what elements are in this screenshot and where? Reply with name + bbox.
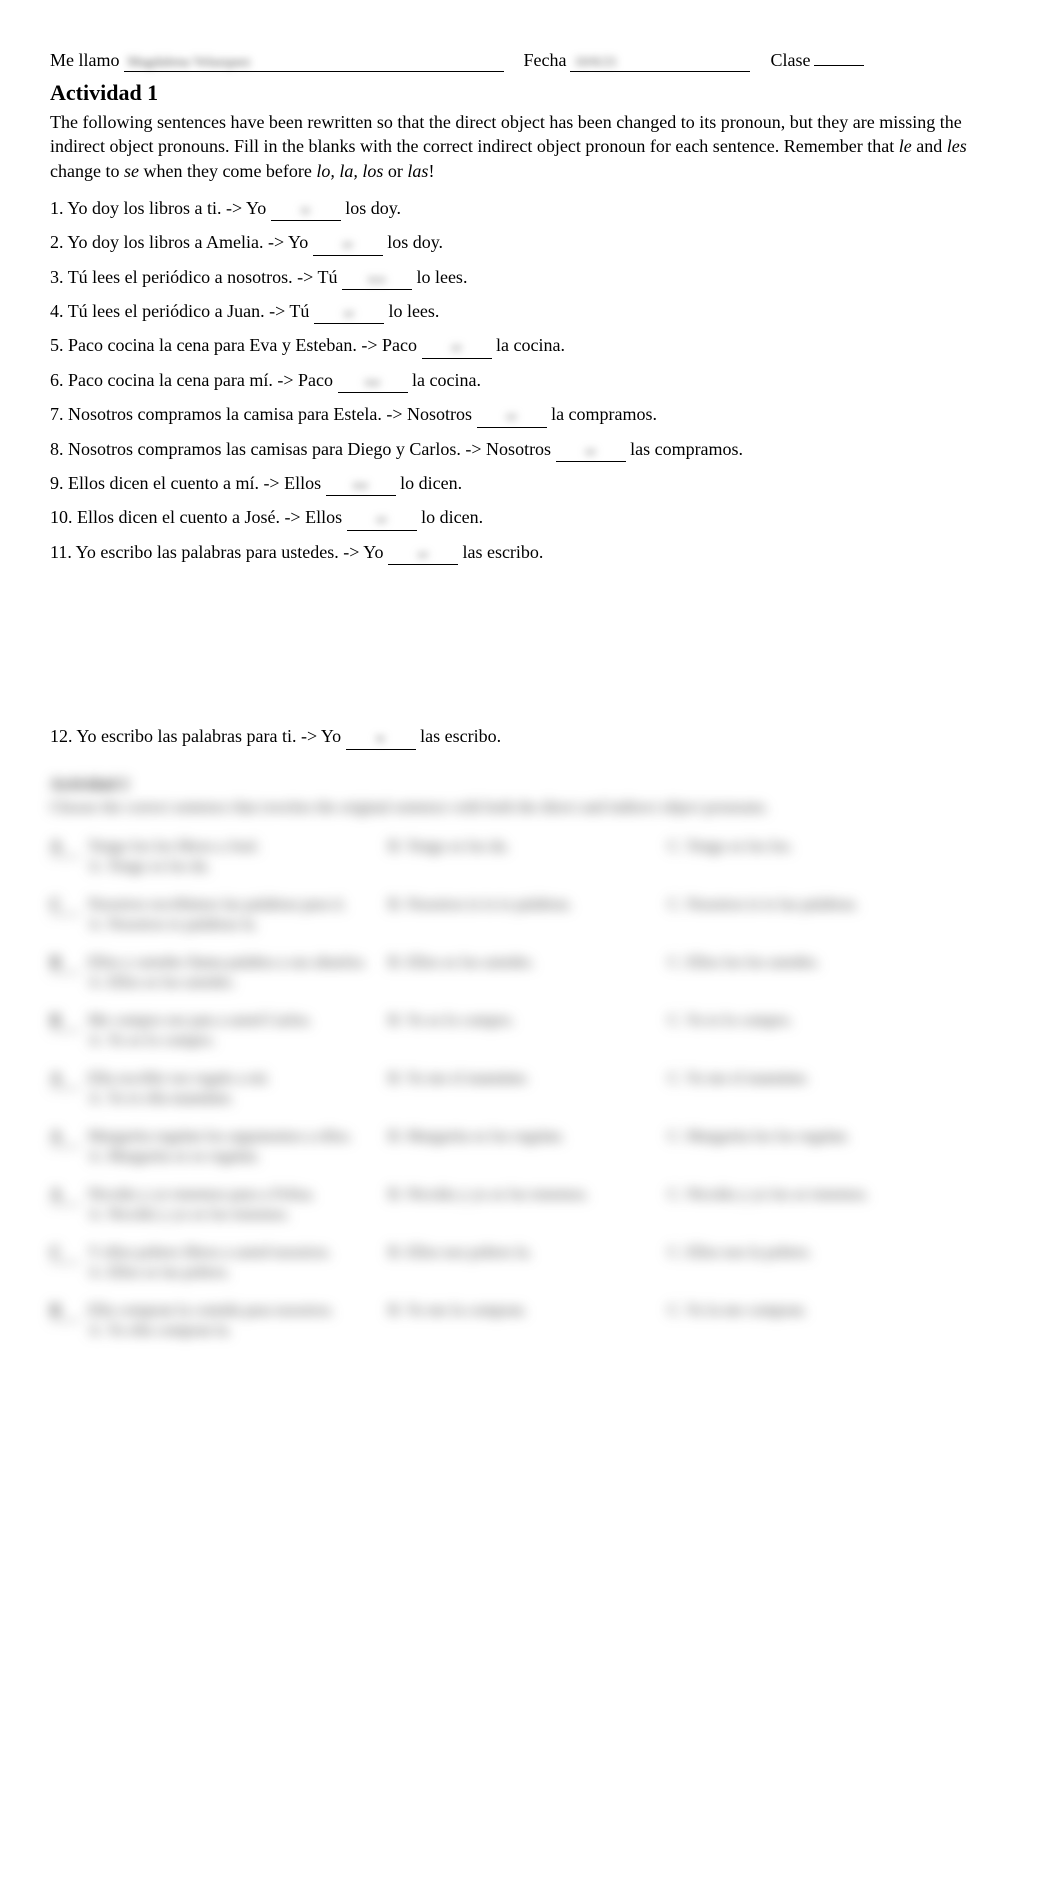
answer-blank[interactable]: se bbox=[477, 403, 547, 427]
activity2-question: ATengo los los libros a José.A. Tengo se… bbox=[50, 838, 1012, 876]
activity1-questions: 1. Yo doy los libros a ti. -> Yo te los … bbox=[50, 197, 1012, 565]
activity2-question: CNosotros escribimos las palabras para t… bbox=[50, 896, 1012, 934]
fecha-blank[interactable]: 10/6/21 bbox=[570, 50, 750, 72]
question-item: 1. Yo doy los libros a ti. -> Yo te los … bbox=[50, 197, 1012, 221]
name-label: Me llamo bbox=[50, 50, 120, 71]
answer-blank[interactable]: se bbox=[314, 300, 384, 324]
answer-blank[interactable]: nos bbox=[342, 266, 412, 290]
answer-blank[interactable]: me bbox=[338, 369, 408, 393]
activity1-title: Actividad 1 bbox=[50, 80, 1012, 106]
activity2-question: BEllos y ustedes llama palabra a sus abu… bbox=[50, 954, 1012, 992]
activity2-instructions: Choose the correct sentence that rewrite… bbox=[50, 798, 1012, 819]
clase-blank[interactable] bbox=[814, 65, 864, 66]
activity2-question: BElla compran la comida para nosotros.A.… bbox=[50, 1302, 1012, 1340]
answer-blank[interactable]: me bbox=[326, 472, 396, 496]
activity2-section-blurred: Actividad 2 Choose the correct sentence … bbox=[50, 776, 1012, 1341]
name-blank[interactable]: Magdalena Velazquez bbox=[124, 50, 504, 72]
question-item: 11. Yo escribo las palabras para ustedes… bbox=[50, 541, 1012, 565]
answer-blank[interactable]: se bbox=[347, 506, 417, 530]
question-item: 10. Ellos dicen el cuento a José. -> Ell… bbox=[50, 506, 1012, 530]
question-item: 4. Tú lees el periódico a Juan. -> Tú se… bbox=[50, 300, 1012, 324]
answer-blank[interactable]: se bbox=[313, 231, 383, 255]
activity2-question: AMargarita regalan los argumentos a ello… bbox=[50, 1128, 1012, 1166]
activity2-question: AElla escribir ese regalo a mí.A. Yo te … bbox=[50, 1070, 1012, 1108]
answer-blank[interactable]: te bbox=[271, 197, 341, 221]
answer-blank[interactable]: se bbox=[556, 438, 626, 462]
activity2-question: ANicolás y yo tenemos para a Felisa.A. N… bbox=[50, 1186, 1012, 1224]
answer-blank[interactable]: se bbox=[388, 541, 458, 565]
question-item: 3. Tú lees el periódico a nosotros. -> T… bbox=[50, 266, 1012, 290]
question-item: 5. Paco cocina la cena para Eva y Esteba… bbox=[50, 334, 1012, 358]
question-item: 12. Yo escribo las palabras para ti. -> … bbox=[50, 725, 1012, 749]
activity2-question: BMe compro ese pan a usted Carlos.A. Yo … bbox=[50, 1012, 1012, 1050]
fecha-label: Fecha bbox=[524, 50, 567, 71]
answer-blank[interactable]: te bbox=[346, 725, 416, 749]
worksheet-header: Me llamo Magdalena Velazquez Fecha 10/6/… bbox=[50, 50, 1012, 72]
activity2-question: CY ellos pobres libros a usted nosotros.… bbox=[50, 1244, 1012, 1282]
answer-blank[interactable]: se bbox=[422, 334, 492, 358]
question-item: 7. Nosotros compramos la camisa para Est… bbox=[50, 403, 1012, 427]
question-item: 9. Ellos dicen el cuento a mí. -> Ellos … bbox=[50, 472, 1012, 496]
activity2-title: Actividad 2 bbox=[50, 776, 1012, 794]
activity1-question-12: 12. Yo escribo las palabras para ti. -> … bbox=[50, 725, 1012, 749]
question-item: 2. Yo doy los libros a Amelia. -> Yo se … bbox=[50, 231, 1012, 255]
activity1-instructions: The following sentences have been rewrit… bbox=[50, 110, 1012, 183]
clase-label: Clase bbox=[770, 50, 810, 71]
question-item: 6. Paco cocina la cena para mí. -> Paco … bbox=[50, 369, 1012, 393]
question-item: 8. Nosotros compramos las camisas para D… bbox=[50, 438, 1012, 462]
